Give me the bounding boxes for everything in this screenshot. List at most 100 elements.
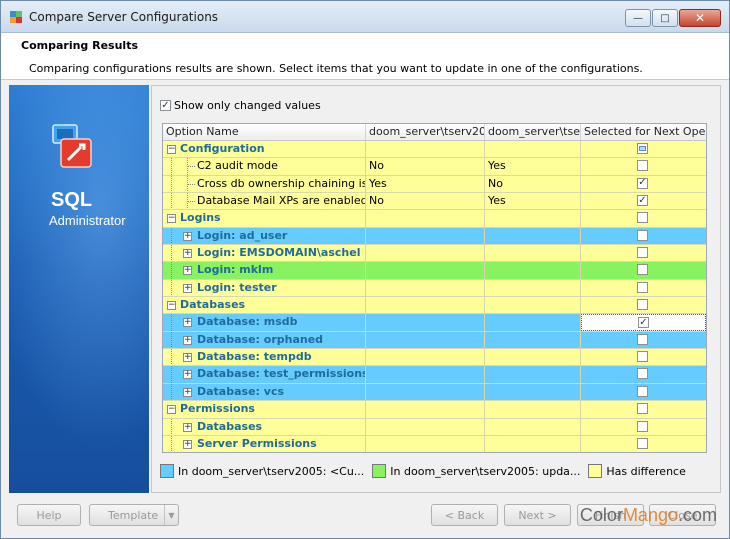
table-row[interactable]: − Logins bbox=[163, 210, 706, 228]
row-select-checkbox[interactable] bbox=[637, 403, 648, 415]
selected-cell[interactable] bbox=[581, 158, 706, 175]
column-header-server-1[interactable]: doom_server\tserv20... bbox=[366, 124, 485, 140]
selected-cell[interactable]: ✓ bbox=[581, 193, 706, 210]
selected-cell[interactable] bbox=[581, 401, 706, 418]
row-select-checkbox[interactable] bbox=[637, 420, 648, 432]
selected-cell[interactable] bbox=[581, 435, 706, 452]
table-row[interactable]: + Login: tester bbox=[163, 279, 706, 298]
selected-cell[interactable]: ✓ bbox=[581, 175, 706, 193]
row-select-checkbox[interactable] bbox=[637, 264, 648, 276]
table-row[interactable]: + Database: vcs bbox=[163, 383, 706, 402]
expand-icon[interactable]: + bbox=[183, 249, 192, 259]
selected-cell[interactable] bbox=[581, 418, 706, 435]
selected-cell[interactable] bbox=[581, 297, 706, 314]
expand-icon[interactable]: + bbox=[183, 231, 192, 241]
option-name-cell[interactable]: + Databases bbox=[163, 418, 366, 435]
row-select-checkbox[interactable] bbox=[637, 333, 648, 345]
row-select-checkbox[interactable] bbox=[637, 143, 648, 154]
option-name-cell[interactable]: + Database: test_permissions bbox=[163, 366, 366, 383]
table-row[interactable]: + Login: mklm bbox=[163, 262, 706, 280]
table-row[interactable]: + Database: msdb ✓ bbox=[163, 314, 706, 332]
column-header-selected[interactable]: Selected for Next Oper... bbox=[581, 124, 706, 140]
column-header-server-2[interactable]: doom_server\tse... bbox=[485, 124, 581, 140]
expand-icon[interactable]: + bbox=[183, 370, 192, 380]
option-name-cell[interactable]: + Login: mklm bbox=[163, 262, 366, 279]
selected-cell[interactable] bbox=[581, 331, 706, 349]
option-name-cell[interactable]: − Databases bbox=[163, 297, 366, 314]
expand-icon[interactable]: + bbox=[183, 439, 192, 449]
option-name-cell[interactable]: + Login: ad_user bbox=[163, 227, 366, 245]
option-name-cell[interactable]: Cross db ownership chaining is allo... bbox=[163, 175, 366, 193]
help-button[interactable]: Help bbox=[17, 504, 81, 526]
row-select-checkbox[interactable] bbox=[637, 351, 648, 363]
row-select-checkbox[interactable] bbox=[637, 247, 648, 259]
collapse-icon[interactable]: − bbox=[167, 405, 176, 415]
template-button[interactable]: Template ▼ bbox=[89, 504, 179, 526]
option-name-cell[interactable]: + Login: tester bbox=[163, 279, 366, 297]
table-row[interactable]: − Configuration bbox=[163, 141, 706, 159]
option-name-cell[interactable]: − Permissions bbox=[163, 401, 366, 418]
row-select-checkbox[interactable]: ✓ bbox=[637, 195, 648, 207]
selected-cell[interactable] bbox=[581, 210, 706, 227]
row-select-checkbox[interactable] bbox=[637, 437, 648, 449]
row-select-checkbox[interactable]: ✓ bbox=[638, 317, 649, 329]
selected-cell[interactable] bbox=[581, 349, 706, 366]
option-name-cell[interactable]: + Server Permissions bbox=[163, 435, 366, 452]
collapse-icon[interactable]: − bbox=[167, 214, 176, 224]
selected-cell[interactable] bbox=[581, 141, 706, 158]
expand-icon[interactable]: + bbox=[183, 266, 192, 276]
row-select-checkbox[interactable] bbox=[637, 368, 648, 380]
selected-cell[interactable] bbox=[581, 262, 706, 279]
table-row[interactable]: Database Mail XPs are enabled No Yes ✓ bbox=[163, 193, 706, 211]
collapse-icon[interactable]: − bbox=[167, 301, 176, 311]
back-button[interactable]: < Back bbox=[431, 504, 498, 526]
option-name-cell[interactable]: − Logins bbox=[163, 210, 366, 227]
table-row[interactable]: − Permissions bbox=[163, 401, 706, 419]
next-button[interactable]: Next > bbox=[504, 504, 571, 526]
table-row[interactable]: + Login: EMSDOMAIN\aschel bbox=[163, 245, 706, 263]
row-select-checkbox[interactable] bbox=[637, 281, 648, 293]
option-name-cell[interactable]: − Configuration bbox=[163, 141, 366, 158]
option-name-cell[interactable]: C2 audit mode bbox=[163, 158, 366, 175]
show-changed-checkbox[interactable]: ✓ bbox=[160, 100, 171, 111]
comparison-grid[interactable]: Option Name doom_server\tserv20... doom_… bbox=[162, 123, 707, 453]
option-name-cell[interactable]: + Database: msdb bbox=[163, 314, 366, 331]
row-select-checkbox[interactable] bbox=[637, 299, 648, 311]
minimize-button[interactable]: — bbox=[625, 9, 651, 27]
table-row[interactable]: + Server Permissions bbox=[163, 435, 706, 452]
selected-cell[interactable] bbox=[581, 279, 706, 297]
option-name-cell[interactable]: + Login: EMSDOMAIN\aschel bbox=[163, 245, 366, 262]
row-select-checkbox[interactable] bbox=[637, 160, 648, 172]
selected-cell[interactable] bbox=[581, 227, 706, 245]
selected-cell[interactable] bbox=[581, 245, 706, 262]
expand-icon[interactable]: + bbox=[183, 422, 192, 432]
row-select-checkbox[interactable] bbox=[637, 229, 648, 241]
table-row[interactable]: + Database: orphaned bbox=[163, 331, 706, 350]
table-row[interactable]: − Databases bbox=[163, 297, 706, 315]
selected-cell[interactable] bbox=[581, 383, 706, 401]
expand-icon[interactable]: + bbox=[183, 283, 192, 293]
option-name-cell[interactable]: + Database: orphaned bbox=[163, 331, 366, 349]
option-name-cell[interactable]: + Database: tempdb bbox=[163, 349, 366, 366]
chevron-down-icon[interactable]: ▼ bbox=[164, 505, 178, 525]
column-header-option-name[interactable]: Option Name bbox=[163, 124, 366, 140]
close-window-button[interactable]: ✕ bbox=[679, 9, 721, 27]
row-select-checkbox[interactable]: ✓ bbox=[637, 177, 648, 189]
table-row[interactable]: + Databases bbox=[163, 418, 706, 436]
expand-icon[interactable]: + bbox=[183, 318, 192, 328]
table-row[interactable]: C2 audit mode No Yes bbox=[163, 158, 706, 176]
table-row[interactable]: Cross db ownership chaining is allo...Ye… bbox=[163, 175, 706, 194]
expand-icon[interactable]: + bbox=[183, 353, 192, 363]
selected-cell[interactable]: ✓ bbox=[581, 314, 706, 331]
row-select-checkbox[interactable] bbox=[637, 212, 648, 224]
collapse-icon[interactable]: − bbox=[167, 145, 176, 154]
option-name-cell[interactable]: + Database: vcs bbox=[163, 383, 366, 401]
table-row[interactable]: + Login: ad_user bbox=[163, 227, 706, 246]
table-row[interactable]: + Database: tempdb bbox=[163, 349, 706, 367]
title-bar[interactable]: Compare Server Configurations — □ ✕ bbox=[1, 1, 729, 33]
row-select-checkbox[interactable] bbox=[637, 385, 648, 397]
selected-cell[interactable] bbox=[581, 366, 706, 383]
option-name-cell[interactable]: Database Mail XPs are enabled bbox=[163, 193, 366, 210]
expand-icon[interactable]: + bbox=[183, 335, 192, 345]
show-changed-option[interactable]: ✓ Show only changed values bbox=[160, 99, 321, 112]
